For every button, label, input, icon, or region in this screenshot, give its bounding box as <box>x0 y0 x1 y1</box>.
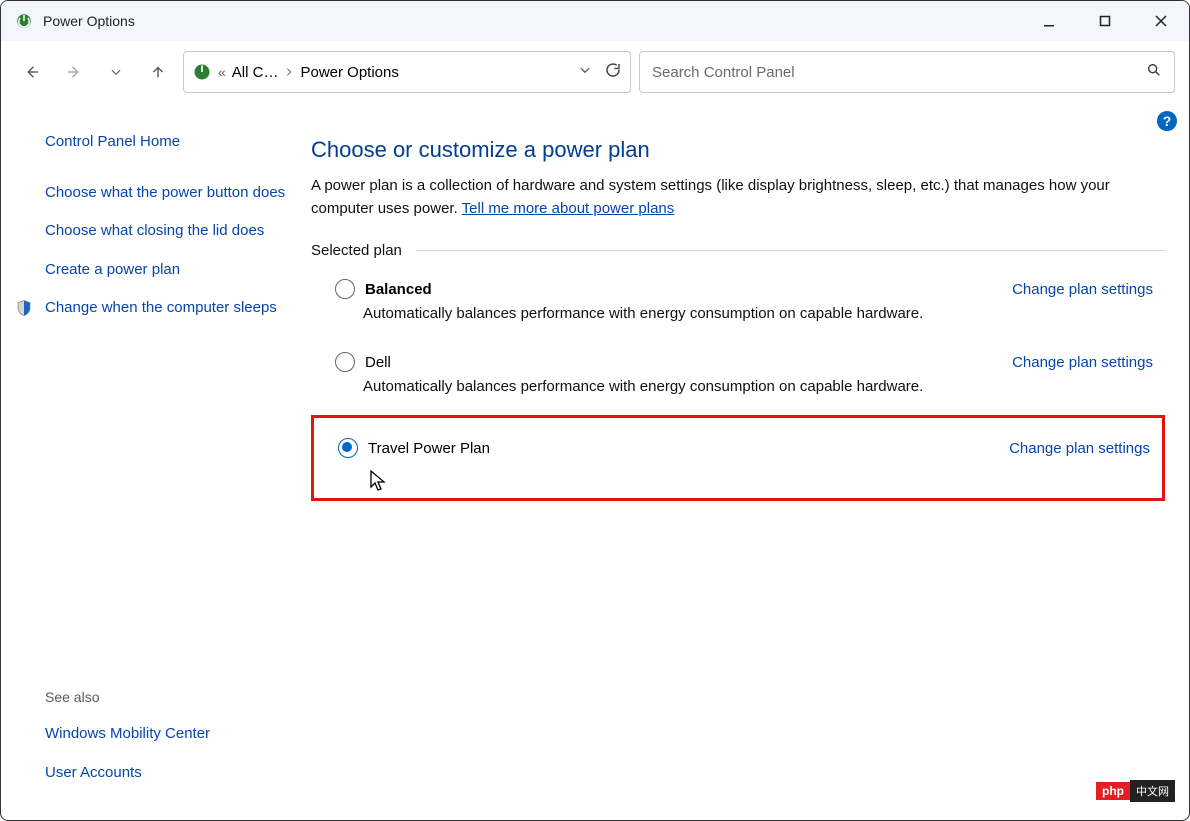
toolbar: « All C… Power Options Search Control Pa… <box>1 41 1189 107</box>
watermark-right: 中文网 <box>1130 780 1175 802</box>
sidebar-link[interactable]: Choose what the power button does <box>45 182 293 205</box>
watermark: php 中文网 <box>1096 780 1175 802</box>
radio-button[interactable] <box>338 438 358 458</box>
chevron-right-icon <box>284 64 294 80</box>
see-also-label: See also <box>45 689 293 705</box>
titlebar: Power Options <box>1 1 1189 41</box>
sidebar-link[interactable]: Change when the computer sleeps <box>45 297 277 320</box>
section-header: Selected plan <box>311 242 1165 259</box>
recent-locations-button[interactable] <box>99 55 133 89</box>
power-plan-item-highlighted: Travel Power Plan Change plan settings <box>311 415 1165 501</box>
content-area: ? Control Panel Home Choose what the pow… <box>1 107 1189 820</box>
radio-button[interactable] <box>335 352 355 372</box>
power-plan-item: Balanced Change plan settings Automatica… <box>311 269 1165 336</box>
power-plan-item: Dell Change plan settings Automatically … <box>311 342 1165 409</box>
change-plan-settings-link[interactable]: Change plan settings <box>1012 281 1153 298</box>
back-button[interactable] <box>15 55 49 89</box>
see-also-link[interactable]: Windows Mobility Center <box>45 723 210 746</box>
page-heading: Choose or customize a power plan <box>311 137 1165 163</box>
change-plan-settings-link[interactable]: Change plan settings <box>1009 440 1150 457</box>
window-frame: Power Options <box>0 0 1190 821</box>
chevron-down-icon[interactable] <box>578 63 592 81</box>
change-plan-settings-link[interactable]: Change plan settings <box>1012 354 1153 371</box>
minimize-button[interactable] <box>1021 1 1077 41</box>
plan-name[interactable]: Balanced <box>365 281 432 298</box>
close-button[interactable] <box>1133 1 1189 41</box>
search-input[interactable]: Search Control Panel <box>639 51 1175 93</box>
see-also-link[interactable]: User Accounts <box>45 762 142 785</box>
plan-description: Automatically balances performance with … <box>335 372 1153 395</box>
sidebar-link[interactable]: Choose what closing the lid does <box>45 220 293 243</box>
address-bar[interactable]: « All C… Power Options <box>183 51 631 93</box>
learn-more-link[interactable]: Tell me more about power plans <box>462 200 675 217</box>
sidebar-link[interactable]: Create a power plan <box>45 259 293 282</box>
control-panel-home-link[interactable]: Control Panel Home <box>45 131 293 154</box>
breadcrumb-item[interactable]: All C… <box>232 64 279 81</box>
sidebar: Control Panel Home Choose what the power… <box>1 107 311 820</box>
plan-name[interactable]: Dell <box>365 354 391 371</box>
forward-button[interactable] <box>57 55 91 89</box>
window-title: Power Options <box>43 13 135 29</box>
section-label: Selected plan <box>311 242 402 259</box>
power-options-icon <box>192 62 212 82</box>
main-panel: Choose or customize a power plan A power… <box>311 107 1189 820</box>
maximize-button[interactable] <box>1077 1 1133 41</box>
chevron-left-icon: « <box>218 64 226 80</box>
description-text: A power plan is a collection of hardware… <box>311 177 1110 217</box>
page-description: A power plan is a collection of hardware… <box>311 175 1131 220</box>
search-icon <box>1146 62 1162 82</box>
help-icon[interactable]: ? <box>1157 111 1177 131</box>
breadcrumb-item[interactable]: Power Options <box>300 64 398 81</box>
watermark-left: php <box>1096 782 1130 800</box>
up-button[interactable] <box>141 55 175 89</box>
power-options-icon <box>15 12 33 30</box>
shield-icon <box>15 299 33 317</box>
plan-description: Automatically balances performance with … <box>335 299 1153 322</box>
refresh-button[interactable] <box>604 61 622 83</box>
radio-button[interactable] <box>335 279 355 299</box>
plan-name[interactable]: Travel Power Plan <box>368 440 490 457</box>
cursor-icon <box>370 470 388 496</box>
search-placeholder: Search Control Panel <box>652 64 795 81</box>
divider <box>416 250 1165 251</box>
window-controls <box>1021 1 1189 41</box>
see-also-section: See also Windows Mobility Center User Ac… <box>45 689 293 802</box>
